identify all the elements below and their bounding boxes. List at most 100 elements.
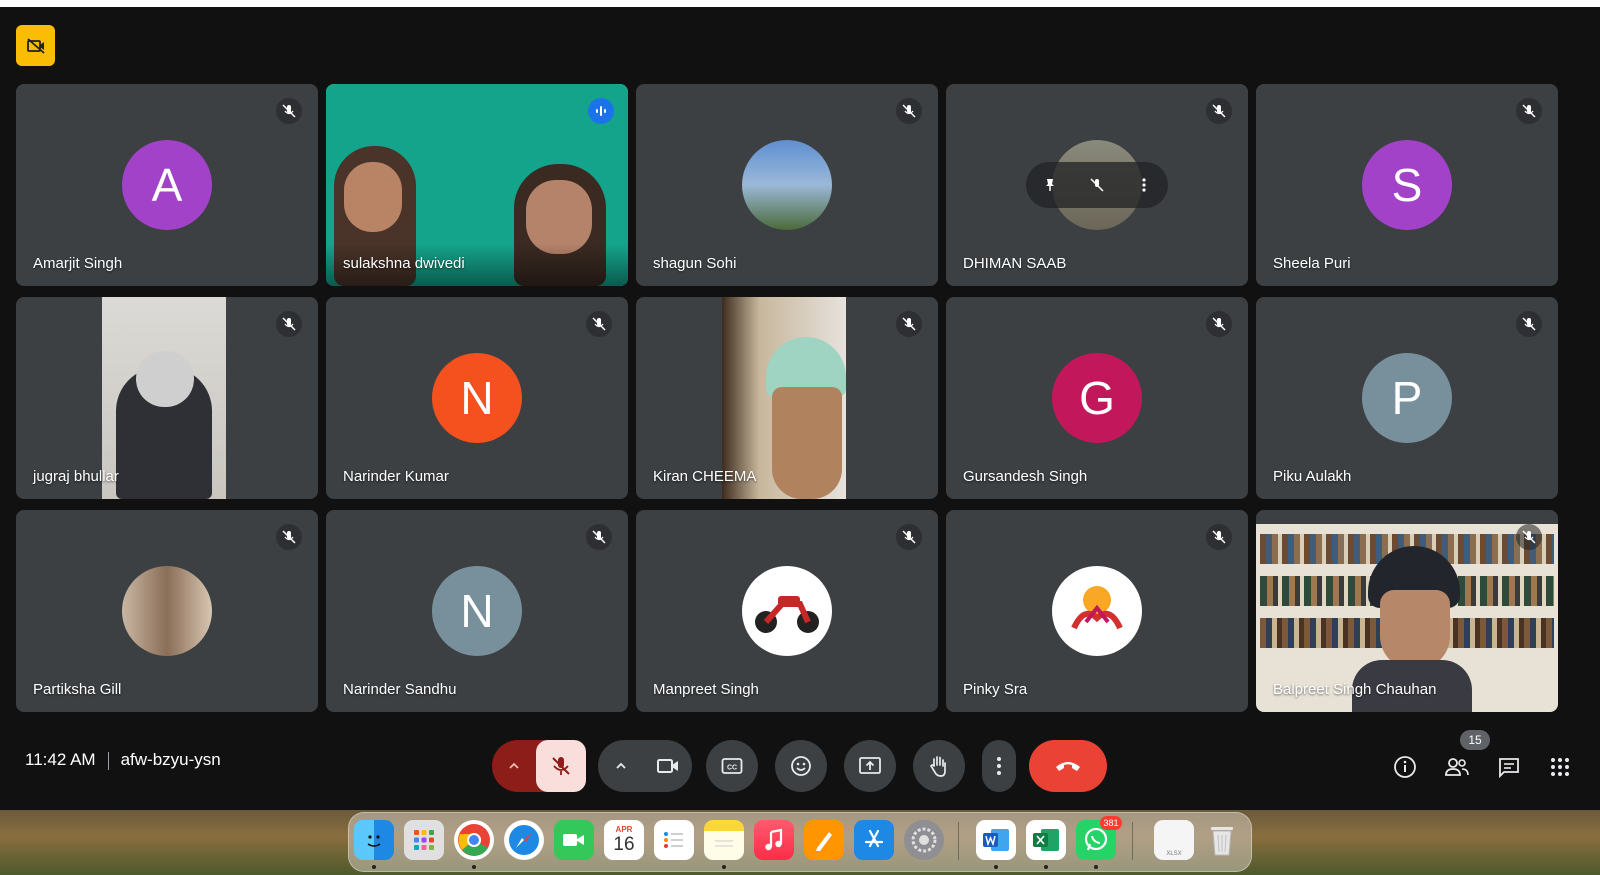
chat-icon [1499,758,1519,778]
safari-icon[interactable] [504,820,544,860]
institution-logo-icon [1071,586,1123,630]
running-indicator [472,865,476,869]
dock-divider [958,822,959,860]
launchpad-icon[interactable] [404,820,444,860]
participant-tile[interactable]: N Narinder Sandhu [326,510,628,712]
hand-icon [930,756,946,777]
notes-icon[interactable] [704,820,744,860]
tile-hover-controls [1026,162,1168,208]
facetime-icon[interactable] [554,820,594,860]
mic-off-icon [896,311,922,337]
participant-tile[interactable]: N Narinder Kumar [326,297,628,499]
participant-name: Sheela Puri [1273,255,1351,272]
more-vert-icon [997,757,1001,775]
leave-call-button[interactable] [1029,740,1107,792]
system-settings-icon[interactable] [904,820,944,860]
word-icon[interactable] [976,820,1016,860]
participant-name: jugraj bhullar [33,468,119,485]
mic-off-icon [896,524,922,550]
meeting-time: 11:42 AM [25,750,96,769]
mic-off-icon [276,524,302,550]
participant-name: Pinky Sra [963,681,1028,698]
mic-off-icon [586,524,612,550]
participant-tile[interactable]: A Amarjit Singh [16,84,318,286]
music-icon[interactable] [754,820,794,860]
svg-text:CC: CC [727,765,737,772]
speaking-indicator-icon [588,98,614,124]
meeting-info-button[interactable] [1391,753,1419,781]
participant-tile[interactable]: G Gursandesh Singh [946,297,1248,499]
camera-toggle-button[interactable] [644,740,692,792]
participant-tile[interactable]: shagun Sohi [636,84,938,286]
participant-name: Narinder Sandhu [343,681,457,698]
person-face [772,387,842,499]
video-off-icon [26,37,45,54]
avatar: A [122,140,212,230]
meeting-code[interactable]: afw-bzyu-ysn [121,750,221,769]
present-screen-icon [859,757,881,774]
mic-off-icon [896,98,922,124]
participant-name: Narinder Kumar [343,468,449,485]
participant-tile[interactable]: jugraj bhullar [16,297,318,499]
avatar: N [432,566,522,656]
participant-tile[interactable]: Pinky Sra [946,510,1248,712]
camera-control [598,740,692,792]
people-button[interactable] [1443,753,1471,781]
browser-top-strip [0,0,1600,7]
running-indicator [1094,865,1098,869]
participant-tile[interactable]: P Piku Aulakh [1256,297,1558,499]
reactions-button[interactable] [775,740,827,792]
trash-icon[interactable] [1202,820,1242,860]
audio-options-button[interactable] [492,740,536,792]
video-options-button[interactable] [598,740,644,792]
participant-name: Manpreet Singh [653,681,759,698]
info-icon [1394,756,1416,778]
avatar: G [1052,353,1142,443]
participant-name: Kiran CHEEMA [653,468,757,485]
reminders-icon[interactable] [654,820,694,860]
participant-tile[interactable]: Kiran CHEEMA [636,297,938,499]
participant-tile[interactable]: S Sheela Puri [1256,84,1558,286]
running-indicator [372,865,376,869]
participant-tile[interactable]: DHIMAN SAAB [946,84,1248,286]
calendar-day: 16 [613,833,635,855]
more-options-button[interactable] [982,740,1016,792]
chat-button[interactable] [1495,753,1523,781]
mic-off-icon [1516,98,1542,124]
participant-name: Piku Aulakh [1273,468,1352,485]
avatar-photo [1052,566,1142,656]
participant-tile-active[interactable]: sulakshna dwivedi [326,84,628,286]
captions-button[interactable]: CC [706,740,758,792]
pages-icon[interactable] [804,820,844,860]
finder-icon[interactable] [354,820,394,860]
present-button[interactable] [844,740,896,792]
mute-participant-icon[interactable] [1089,177,1105,193]
no-video-badge[interactable] [16,25,55,66]
chrome-icon[interactable] [454,820,494,860]
pin-icon[interactable] [1042,177,1058,193]
more-options-icon[interactable] [1136,177,1152,193]
participant-name: sulakshna dwivedi [343,255,465,272]
running-indicator [994,865,998,869]
raise-hand-button[interactable] [913,740,965,792]
mic-off-icon [1516,524,1542,550]
participant-tile[interactable]: Balpreet Singh Chauhan [1256,510,1558,712]
participant-tile[interactable]: Partiksha Gill [16,510,318,712]
person-face [526,180,592,254]
mic-off-icon [1516,311,1542,337]
video-camera-icon [657,759,678,773]
app-store-icon[interactable] [854,820,894,860]
mic-toggle-button[interactable] [536,740,586,792]
chevron-up-icon [509,762,519,769]
avatar: N [432,353,522,443]
calendar-icon[interactable]: APR 16 [604,820,644,860]
emoji-icon [791,756,811,776]
recent-file-icon[interactable]: XLSX [1154,820,1194,860]
excel-icon[interactable] [1026,820,1066,860]
participant-tile[interactable]: Manpreet Singh [636,510,938,712]
calendar-month: APR [615,824,633,834]
running-indicator [1044,865,1048,869]
closed-captions-icon: CC [721,758,743,774]
activities-button[interactable] [1546,753,1574,781]
motorcycle-icon [755,596,819,633]
